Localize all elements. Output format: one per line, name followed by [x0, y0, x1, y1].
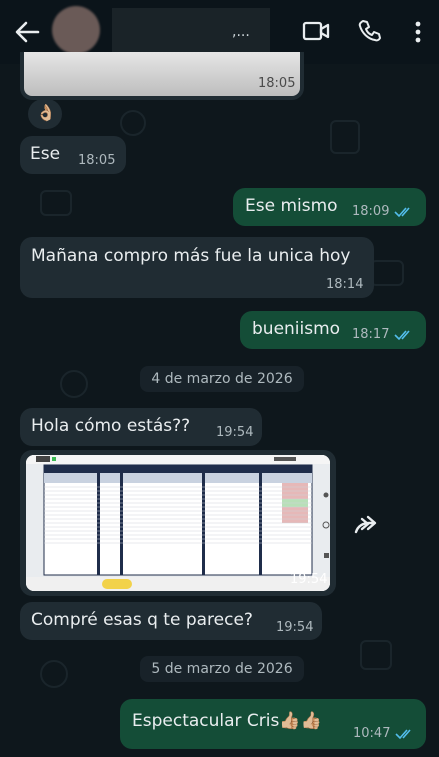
read-ticks-icon [394, 330, 410, 341]
reaction-badge[interactable]: 👌🏼 [28, 99, 62, 129]
message-time: 10:47 [353, 726, 391, 741]
more-options-icon[interactable] [412, 20, 424, 44]
doodle [40, 660, 68, 688]
back-arrow-icon[interactable] [14, 20, 40, 44]
message-bubble-incoming[interactable]: Ese 18:05 [20, 136, 126, 174]
image-message[interactable]: 18:05 [20, 52, 304, 100]
message-bubble-incoming[interactable]: Hola cómo estás?? 19:54 [20, 408, 262, 446]
message-text: Espectacular Cris👍🏼👍🏼 [132, 711, 322, 731]
doodle [360, 640, 392, 670]
doodle [370, 260, 404, 286]
message-bubble-outgoing[interactable]: bueniismo 18:17 [240, 311, 426, 349]
message-time: 18:09 [352, 204, 390, 219]
message-time: 18:14 [326, 277, 364, 292]
message-text: Ese [30, 144, 61, 164]
message-text: Hola cómo estás?? [31, 416, 191, 436]
doodle [40, 190, 72, 216]
avatar[interactable] [52, 6, 100, 54]
message-bubble-incoming[interactable]: Compré esas q te parece? 19:54 [20, 602, 322, 640]
video-call-icon[interactable] [302, 20, 330, 42]
read-ticks-icon [394, 207, 410, 218]
message-text: Ese mismo [245, 196, 338, 216]
message-bubble-outgoing[interactable]: Ese mismo 18:09 [233, 188, 426, 226]
date-separator: 5 de marzo de 2026 [140, 656, 304, 682]
message-time: 18:05 [258, 76, 296, 91]
message-bubble-outgoing[interactable]: Espectacular Cris👍🏼👍🏼 10:47 [120, 699, 426, 749]
message-time: 19:54 [216, 425, 254, 440]
phone-icon[interactable] [358, 19, 382, 43]
doodle [330, 120, 360, 154]
message-text: Compré esas q te parece? [31, 610, 253, 630]
read-ticks-icon [395, 729, 411, 740]
spreadsheet-screenshot-image [26, 455, 330, 591]
reaction-emoji: 👌🏼 [36, 103, 56, 122]
message-bubble-incoming[interactable]: Mañana compro más fue la unica hoy 18:14 [20, 237, 374, 298]
forward-icon[interactable] [352, 510, 382, 538]
date-separator: 4 de marzo de 2026 [140, 366, 304, 392]
message-text: bueniismo [252, 319, 341, 339]
message-time: 18:05 [78, 153, 116, 168]
image-thumbnail[interactable] [26, 455, 330, 591]
message-time: 19:54 [276, 620, 314, 635]
message-time: 18:17 [352, 327, 390, 342]
message-text: Mañana compro más fue la unica hoy [31, 246, 351, 266]
image-message[interactable]: 19:54 [20, 450, 336, 596]
doodle [120, 110, 146, 136]
contact-name[interactable]: ,... [232, 24, 250, 40]
message-time: 19:54 [290, 572, 328, 587]
doodle [60, 370, 88, 398]
